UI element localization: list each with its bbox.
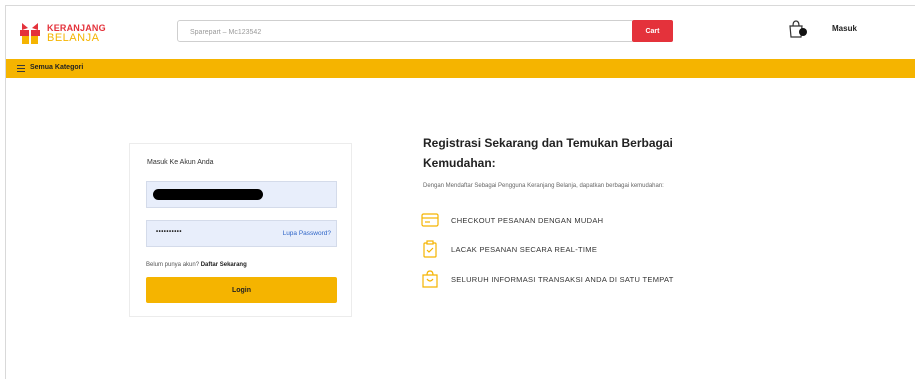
feature-text: SELURUH INFORMASI TRANSAKSI ANDA DI SATU…	[451, 274, 674, 284]
feature-item: CHECKOUT PESANAN DENGAN MUDAH	[421, 211, 603, 229]
redacted-email	[153, 189, 263, 200]
brand-name: KERANJANG BELANJA	[47, 23, 106, 44]
clipboard-check-icon	[421, 240, 439, 258]
all-categories-label[interactable]: Semua Kategori	[30, 64, 83, 71]
no-account-text: Belum punya akun?	[146, 262, 200, 268]
category-bar[interactable]: Semua Kategori	[6, 59, 915, 78]
shopping-bag-icon	[421, 270, 439, 288]
shopping-bag-icon[interactable]	[788, 20, 808, 38]
forgot-password-link[interactable]: Lupa Password?	[283, 230, 331, 237]
feature-text: CHECKOUT PESANAN DENGAN MUDAH	[451, 215, 604, 225]
email-field[interactable]	[146, 181, 337, 208]
password-mask: ••••••••••	[156, 229, 183, 235]
card-icon	[421, 211, 439, 229]
register-link[interactable]: Daftar Sekarang	[201, 262, 247, 268]
login-card: Masuk Ke Akun Anda •••••••••• Lupa Passw…	[129, 143, 352, 317]
feature-item: SELURUH INFORMASI TRANSAKSI ANDA DI SATU…	[421, 270, 674, 288]
brand-logo[interactable]: KERANJANG BELANJA	[19, 20, 119, 46]
feature-text: LACAK PESANAN SECARA REAL-TIME	[451, 244, 598, 254]
feature-item: LACAK PESANAN SECARA REAL-TIME	[421, 240, 597, 258]
search-input[interactable]	[188, 25, 622, 39]
register-prompt: Belum punya akun? Daftar Sekarang	[146, 262, 247, 268]
login-link[interactable]: Masuk	[832, 24, 857, 33]
brand-name-line2: BELANJA	[47, 32, 100, 44]
search-bar	[177, 20, 634, 42]
hamburger-menu-icon[interactable]	[17, 65, 25, 72]
cart-button[interactable]: Cart	[632, 20, 673, 42]
login-title: Masuk Ke Akun Anda	[147, 159, 214, 166]
password-field[interactable]: •••••••••• Lupa Password?	[146, 220, 337, 247]
login-button[interactable]: Login	[146, 277, 337, 303]
registration-description: Dengan Mendaftar Sebagai Pengguna Keranj…	[423, 183, 664, 189]
registration-title: Registrasi Sekarang dan Temukan Berbagai…	[423, 136, 673, 170]
gift-box-icon	[19, 21, 41, 45]
